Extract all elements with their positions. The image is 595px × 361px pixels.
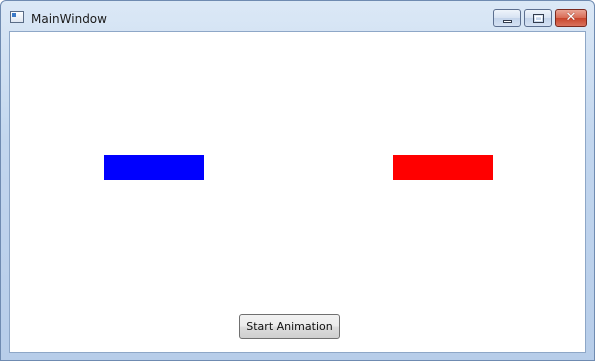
start-animation-button[interactable]: Start Animation bbox=[239, 314, 340, 339]
main-window: MainWindow ✕ Start Animation bbox=[0, 0, 595, 361]
red-rectangle bbox=[393, 155, 493, 180]
app-window-icon[interactable] bbox=[10, 11, 24, 23]
blue-rectangle bbox=[104, 155, 204, 180]
window-title: MainWindow bbox=[31, 12, 107, 26]
maximize-icon bbox=[533, 14, 544, 23]
caption-buttons: ✕ bbox=[493, 9, 587, 27]
close-button[interactable]: ✕ bbox=[555, 9, 587, 27]
maximize-button[interactable] bbox=[524, 9, 552, 27]
minimize-button[interactable] bbox=[493, 9, 521, 27]
window-content: Start Animation bbox=[9, 31, 586, 353]
close-icon: ✕ bbox=[565, 10, 577, 25]
minimize-icon bbox=[503, 20, 512, 23]
title-bar[interactable]: MainWindow ✕ bbox=[1, 1, 594, 31]
